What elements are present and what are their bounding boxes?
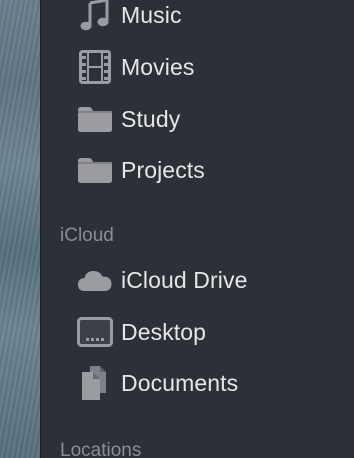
sidebar-item-label: Study [121,105,181,132]
sidebar-item-documents[interactable]: Documents [77,363,238,403]
sidebar-item-desktop[interactable]: Desktop [77,312,206,352]
folder-icon [77,152,113,188]
sidebar-item-icloud-drive[interactable]: iCloud Drive [77,260,247,300]
desktop-icon [77,314,113,350]
desktop-background [0,0,40,458]
section-header-locations: Locations [60,440,142,458]
sidebar-item-movies[interactable]: Movies [77,47,194,87]
sidebar-item-label: Music [121,1,182,28]
sidebar-item-label: Desktop [121,318,207,345]
finder-sidebar: Music Movies Study Projects iCloud iClou… [40,0,354,458]
sidebar-item-label: Documents [121,369,239,396]
cloud-icon [77,262,113,298]
sidebar-item-label: Movies [121,53,195,80]
sidebar-item-label: iCloud Drive [121,266,248,293]
folder-icon [77,101,113,137]
sidebar-item-projects[interactable]: Projects [77,150,205,190]
documents-icon [77,365,113,401]
music-note-icon [77,0,113,33]
sidebar-item-study[interactable]: Study [77,99,180,139]
sidebar-item-music[interactable]: Music [77,0,182,35]
section-header-icloud: iCloud [60,225,114,246]
sidebar-item-label: Projects [121,156,205,183]
film-strip-icon [77,49,113,85]
finder-window: Music Movies Study Projects iCloud iClou… [0,0,354,458]
